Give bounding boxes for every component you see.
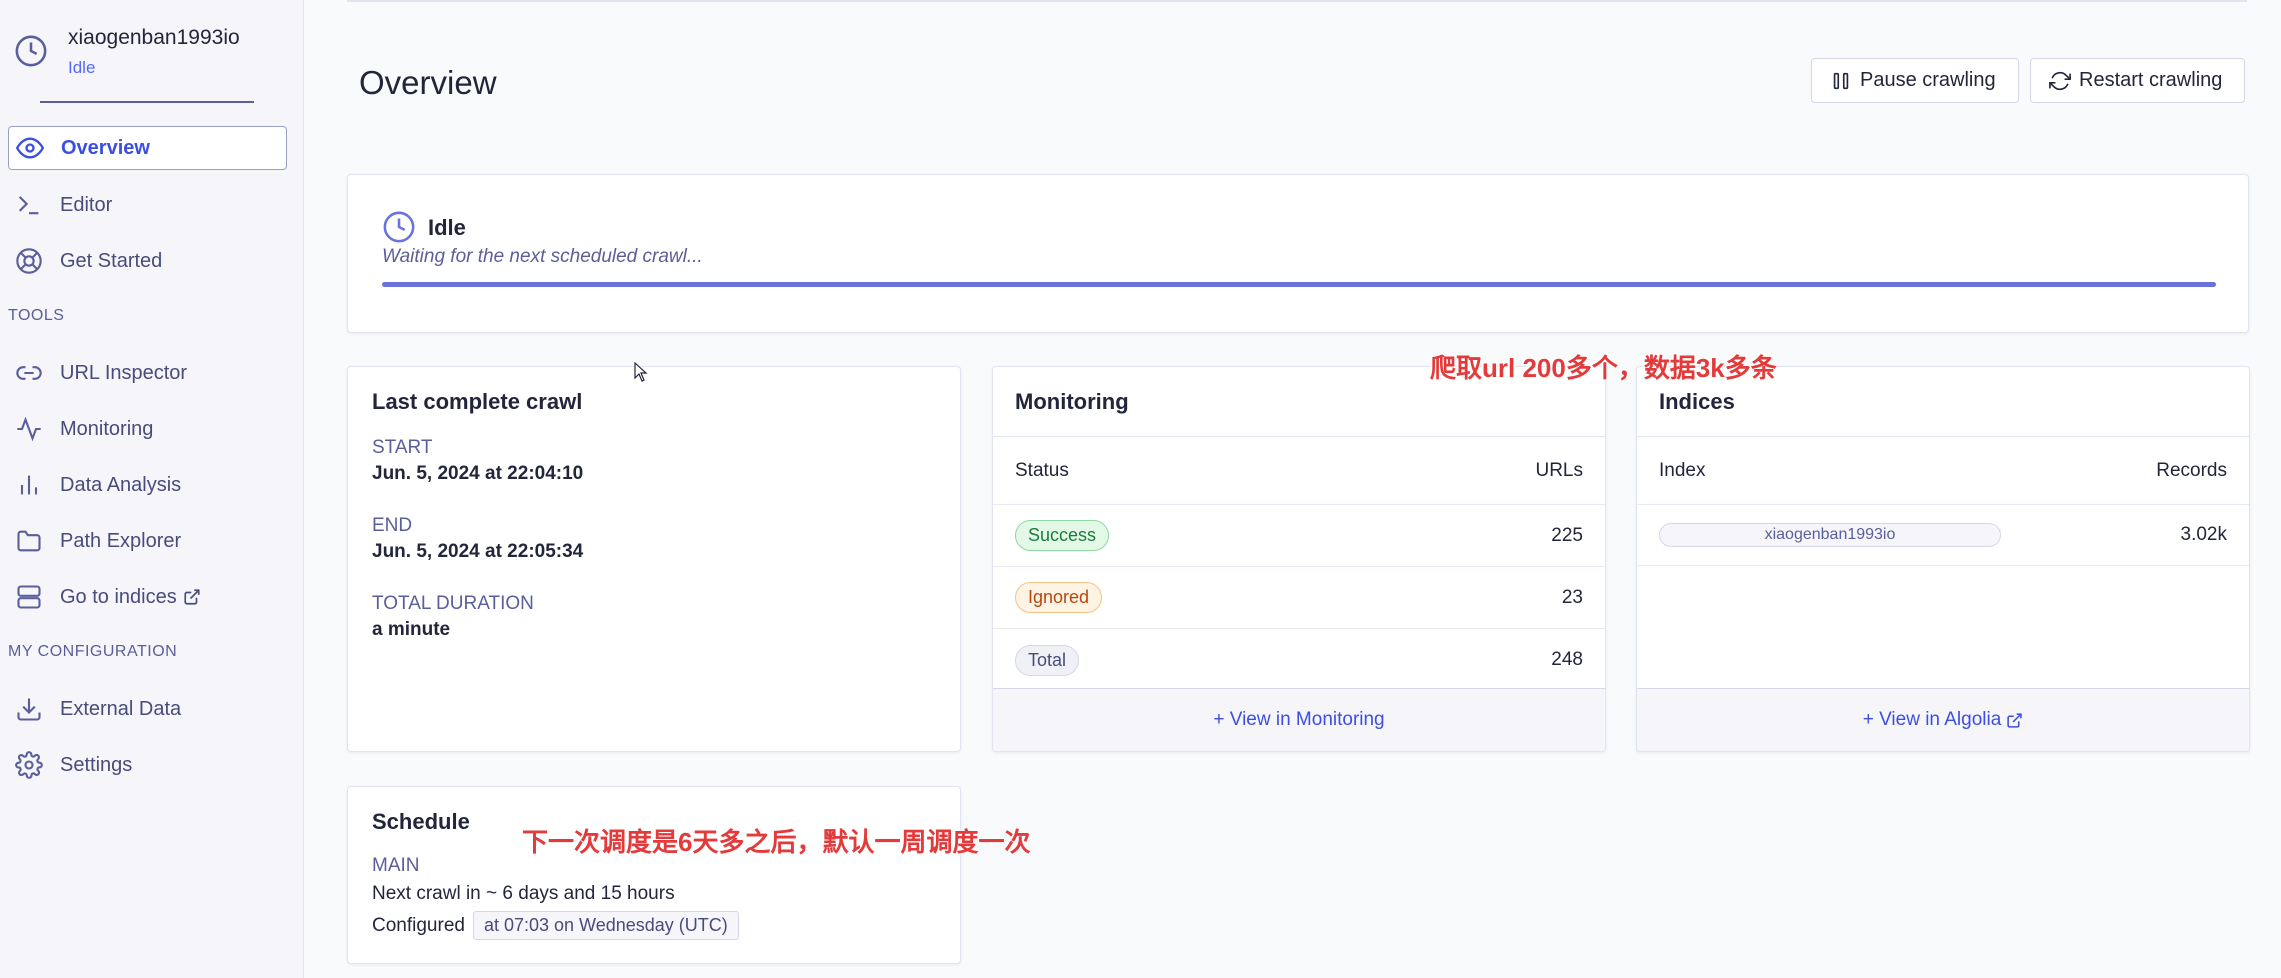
sidebar-item-label: Go to indices xyxy=(60,585,177,608)
crawler-name: xiaogenban1993io xyxy=(68,26,240,49)
annotation-top: 爬取url 200多个，数据3k多条 xyxy=(1430,353,1777,383)
lifebuoy-icon xyxy=(14,246,44,276)
sidebar-item-settings[interactable]: Settings xyxy=(8,743,287,787)
indices-card: Indices Index Records xiaogenban1993io 3… xyxy=(1636,366,2250,752)
crawler-status: Idle xyxy=(68,58,96,77)
external-link-icon xyxy=(184,589,200,605)
top-divider xyxy=(347,0,2247,2)
clock-icon xyxy=(15,35,47,67)
url-count: 23 xyxy=(1561,586,1583,608)
configured-label: Configured xyxy=(372,914,465,936)
sidebar-item-label: External Data xyxy=(60,697,182,720)
view-in-algolia-link[interactable]: + View in Algolia xyxy=(1637,688,2249,751)
view-in-monitoring-link[interactable]: + View in Monitoring xyxy=(993,688,1605,751)
pause-crawling-label: Pause crawling xyxy=(1860,69,1996,91)
crawler-status-card: Idle Waiting for the next scheduled craw… xyxy=(347,174,2249,333)
card-title: Indices xyxy=(1659,389,1735,414)
clock-icon xyxy=(383,211,415,243)
schedule-card: Schedule MAIN Next crawl in ~ 6 days and… xyxy=(347,786,961,964)
end-value: Jun. 5, 2024 at 22:05:34 xyxy=(372,541,584,562)
status-badge[interactable]: Ignored xyxy=(1015,582,1103,613)
sidebar-item-label: URL Inspector xyxy=(60,361,188,384)
link-icon xyxy=(14,358,44,388)
annotation-bottom: 下一次调度是6天多之后，默认一周调度一次 xyxy=(522,827,1031,857)
column-header-status: Status xyxy=(1015,459,1069,481)
folder-icon xyxy=(14,526,44,556)
restart-crawling-label: Restart crawling xyxy=(2079,69,2223,91)
section-label-configuration: MY CONFIGURATION xyxy=(8,643,178,660)
section-label-tools: TOOLS xyxy=(8,307,65,324)
bar-chart-icon xyxy=(14,470,44,500)
sidebar-item-monitoring[interactable]: Monitoring xyxy=(8,407,287,451)
sidebar-item-label: Path Explorer xyxy=(60,529,182,552)
configured-row: Configured at 07:03 on Wednesday (UTC) xyxy=(372,911,936,940)
server-icon xyxy=(14,582,44,612)
table-row: Total 248 xyxy=(993,629,1605,691)
download-icon xyxy=(14,694,44,724)
table-row: Success 225 xyxy=(993,505,1605,567)
table-row: Ignored 23 xyxy=(993,567,1605,629)
monitoring-card: Monitoring Status URLs Success 225 Ignor… xyxy=(992,366,1606,752)
status-badge[interactable]: Success xyxy=(1015,520,1110,551)
sidebar-item-data-analysis[interactable]: Data Analysis xyxy=(8,463,287,507)
progress-bar xyxy=(382,282,2216,287)
column-header-records: Records xyxy=(2156,459,2227,481)
crawler-switcher[interactable]: xiaogenban1993io Idle xyxy=(10,22,280,104)
sidebar-item-label: Data Analysis xyxy=(60,473,182,496)
sidebar-item-label: Settings xyxy=(60,753,133,776)
status-subtitle: Waiting for the next scheduled crawl... xyxy=(382,246,703,267)
column-header-index: Index xyxy=(1659,459,1706,481)
gear-icon xyxy=(14,750,44,780)
sidebar-item-overview[interactable]: Overview xyxy=(8,126,287,170)
progress-fill xyxy=(382,282,2216,287)
refresh-icon xyxy=(2049,71,2071,90)
sidebar-item-label: Monitoring xyxy=(60,417,154,440)
duration-value: a minute xyxy=(372,619,451,640)
mouse-cursor-icon xyxy=(634,362,648,382)
restart-crawling-button[interactable]: Restart crawling xyxy=(2030,58,2246,103)
card-title: Monitoring xyxy=(1015,389,1129,414)
column-header-urls: URLs xyxy=(1535,459,1583,481)
table-header: Status URLs xyxy=(993,437,1605,505)
sidebar-item-label: Get Started xyxy=(60,249,163,272)
view-in-algolia-label: + View in Algolia xyxy=(1862,709,2002,730)
index-name-pill[interactable]: xiaogenban1993io xyxy=(1659,523,2001,547)
sidebar-item-go-to-indices[interactable]: Go to indices xyxy=(8,575,287,619)
record-count: 3.02k xyxy=(2180,524,2227,545)
sidebar-item-url-inspector[interactable]: URL Inspector xyxy=(8,351,287,395)
page-title: Overview xyxy=(359,64,497,101)
divider xyxy=(40,101,254,103)
sidebar-item-label: Editor xyxy=(60,193,113,216)
duration-label: TOTAL DURATION xyxy=(372,593,534,614)
sidebar-item-editor[interactable]: Editor xyxy=(8,183,287,227)
card-title: Last complete crawl xyxy=(372,389,583,414)
status-title: Idle xyxy=(428,215,466,240)
configured-value: at 07:03 on Wednesday (UTC) xyxy=(472,911,739,940)
terminal-icon xyxy=(14,190,44,220)
end-label: END xyxy=(372,515,413,536)
last-crawl-card: Last complete crawl START Jun. 5, 2024 a… xyxy=(347,366,961,752)
start-value: Jun. 5, 2024 at 22:04:10 xyxy=(372,463,584,484)
sidebar-item-get-started[interactable]: Get Started xyxy=(8,239,287,283)
status-badge[interactable]: Total xyxy=(1015,644,1080,676)
url-count: 225 xyxy=(1551,524,1583,546)
pause-crawling-button[interactable]: Pause crawling xyxy=(1811,58,2019,103)
next-crawl-text: Next crawl in ~ 6 days and 15 hours xyxy=(372,883,675,904)
sidebar-item-external-data[interactable]: External Data xyxy=(8,687,287,731)
sidebar: xiaogenban1993io Idle Overview Editor Ge… xyxy=(0,0,304,978)
sidebar-item-path-explorer[interactable]: Path Explorer xyxy=(8,519,287,563)
external-link-icon xyxy=(2007,712,2022,728)
table-row: xiaogenban1993io 3.02k xyxy=(1637,505,2249,566)
activity-icon xyxy=(14,414,44,444)
sidebar-item-label: Overview xyxy=(61,136,150,159)
start-label: START xyxy=(372,437,433,458)
url-count: 248 xyxy=(1551,649,1583,670)
eye-icon xyxy=(15,133,45,163)
table-header: Index Records xyxy=(1637,437,2249,505)
pause-icon xyxy=(1833,72,1849,89)
